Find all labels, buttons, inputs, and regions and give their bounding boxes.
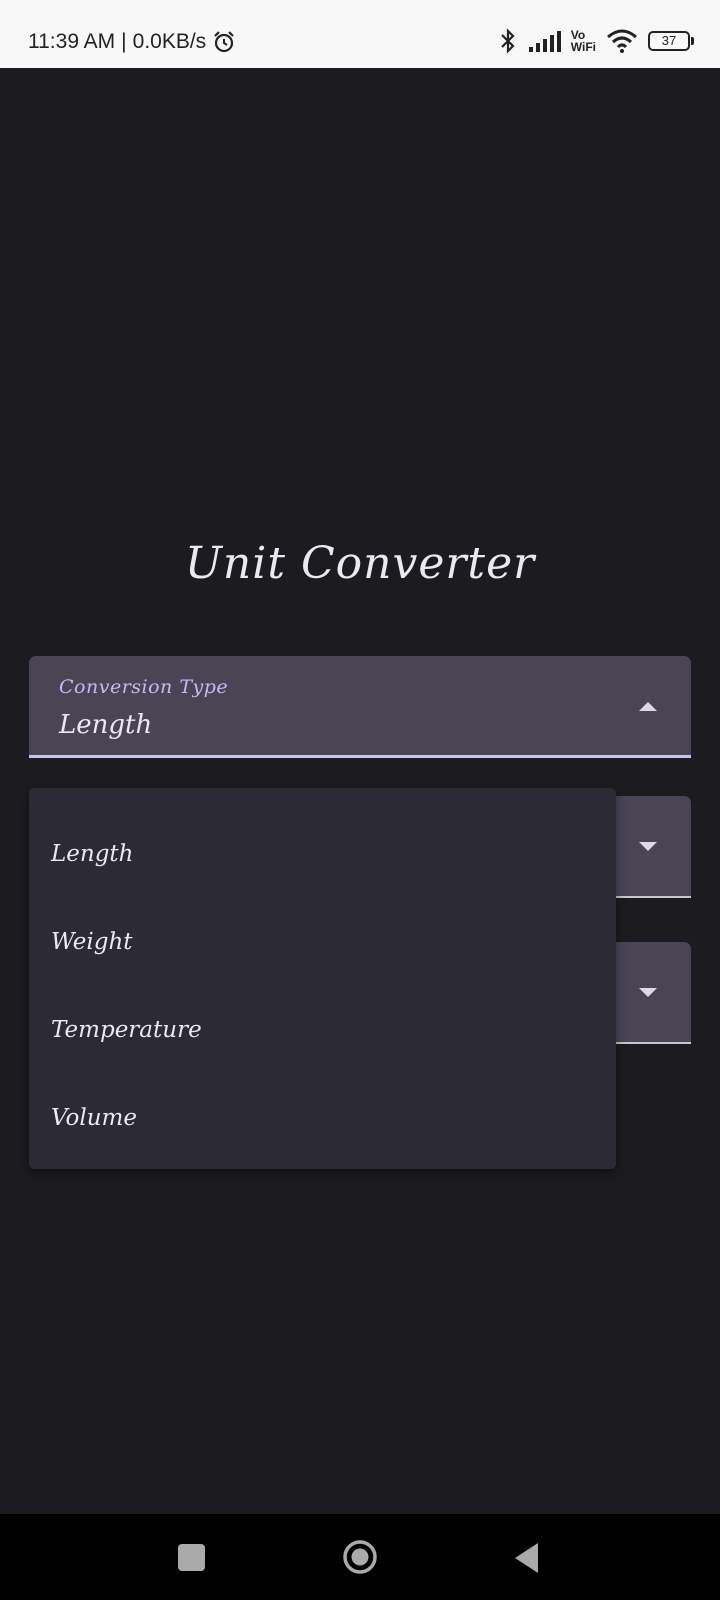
vowifi-bottom: WiFi bbox=[570, 40, 596, 54]
recents-icon[interactable] bbox=[178, 1544, 205, 1571]
battery-icon: 37 bbox=[648, 31, 694, 51]
menu-item-length[interactable]: Length bbox=[29, 810, 616, 898]
status-separator: | bbox=[121, 30, 127, 53]
vowifi-indicator: Vo WiFi bbox=[571, 29, 596, 53]
arrow-down-icon[interactable] bbox=[639, 988, 657, 997]
status-time: 11:39 AM bbox=[28, 30, 116, 53]
network-speed: 0.0KB/s bbox=[132, 30, 207, 53]
home-icon[interactable] bbox=[342, 1539, 378, 1575]
arrow-up-icon[interactable] bbox=[639, 702, 657, 711]
page-title: Unit Converter bbox=[184, 538, 536, 589]
menu-item-temperature[interactable]: Temperature bbox=[29, 986, 616, 1074]
conversion-type-dropdown[interactable]: Conversion Type Length bbox=[29, 656, 691, 758]
menu-item-volume[interactable]: Volume bbox=[29, 1074, 616, 1162]
arrow-down-icon[interactable] bbox=[639, 842, 657, 851]
back-icon[interactable] bbox=[515, 1543, 538, 1573]
menu-item-weight[interactable]: Weight bbox=[29, 898, 616, 986]
status-right: Vo WiFi 37 bbox=[497, 28, 694, 54]
status-left: 11:39 AM | 0.0KB/s bbox=[28, 30, 236, 54]
wifi-icon bbox=[607, 29, 637, 53]
alarm-icon bbox=[214, 31, 234, 53]
status-bar: 11:39 AM | 0.0KB/s Vo WiFi 37 bbox=[0, 0, 720, 68]
battery-level: 37 bbox=[661, 33, 677, 48]
conversion-type-value: Length bbox=[59, 710, 153, 740]
navigation-bar bbox=[0, 1514, 720, 1600]
bluetooth-icon bbox=[501, 28, 515, 54]
conversion-type-label: Conversion Type bbox=[59, 676, 229, 698]
signal-icon bbox=[528, 31, 561, 52]
conversion-type-menu: Length Weight Temperature Volume bbox=[29, 788, 616, 1169]
